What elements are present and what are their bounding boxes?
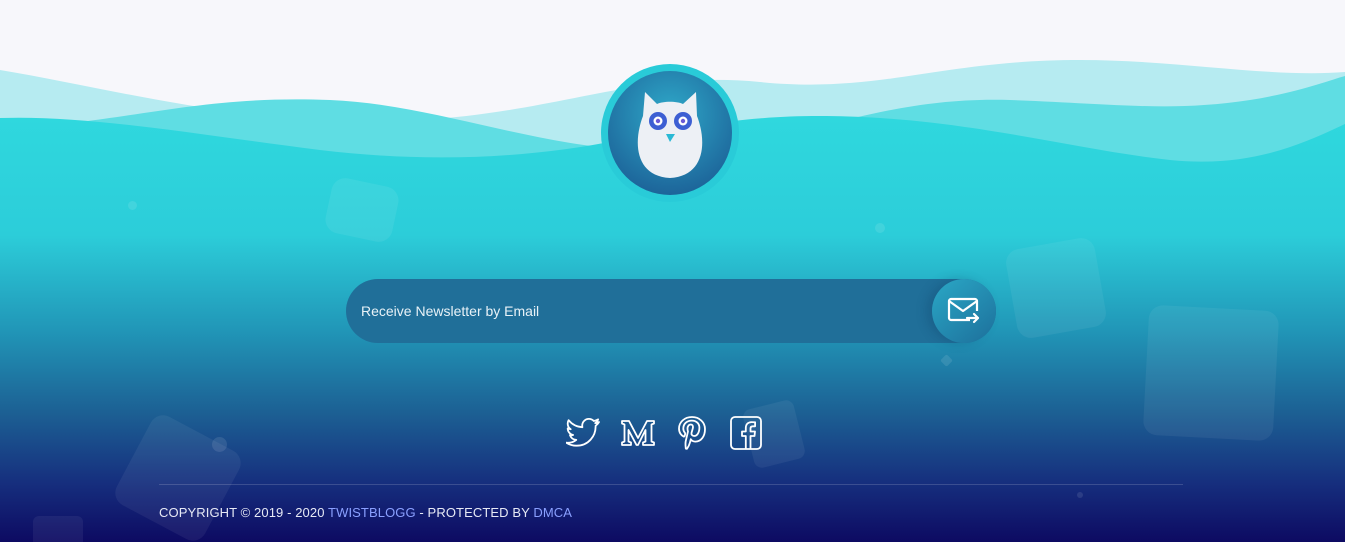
twistblogg-link[interactable]: TWISTBLOGG xyxy=(328,505,416,520)
twitter-icon xyxy=(566,418,600,447)
dmca-link[interactable]: DMCA xyxy=(533,505,572,520)
footer-divider xyxy=(159,484,1183,485)
decorative-dot xyxy=(875,223,885,233)
decorative-dot xyxy=(212,437,227,452)
twitter-link[interactable] xyxy=(566,414,602,452)
decorative-square xyxy=(1142,304,1280,442)
newsletter-submit-button[interactable] xyxy=(932,279,996,343)
mail-send-icon xyxy=(947,297,980,324)
copyright-middle: - PROTECTED BY xyxy=(415,505,534,520)
facebook-link[interactable] xyxy=(728,414,764,452)
facebook-icon xyxy=(730,416,762,450)
decorative-square xyxy=(33,516,83,542)
medium-link[interactable] xyxy=(620,414,656,452)
copyright-text: COPYRIGHT © 2019 - 2020 TWISTBLOGG - PRO… xyxy=(159,505,572,520)
decorative-dot xyxy=(1077,492,1083,498)
medium-icon xyxy=(621,420,655,446)
pinterest-icon xyxy=(678,416,706,450)
pinterest-link[interactable] xyxy=(674,414,710,452)
social-links xyxy=(566,414,764,452)
owl-icon xyxy=(601,64,739,202)
site-logo[interactable] xyxy=(601,64,739,202)
copyright-prefix: COPYRIGHT © 2019 - 2020 xyxy=(159,505,329,520)
newsletter-form xyxy=(346,279,996,343)
newsletter-email-input[interactable] xyxy=(346,279,906,343)
site-footer: COPYRIGHT © 2019 - 2020 TWISTBLOGG - PRO… xyxy=(0,0,1345,542)
decorative-dot xyxy=(128,201,137,210)
decorative-square xyxy=(1003,235,1109,341)
